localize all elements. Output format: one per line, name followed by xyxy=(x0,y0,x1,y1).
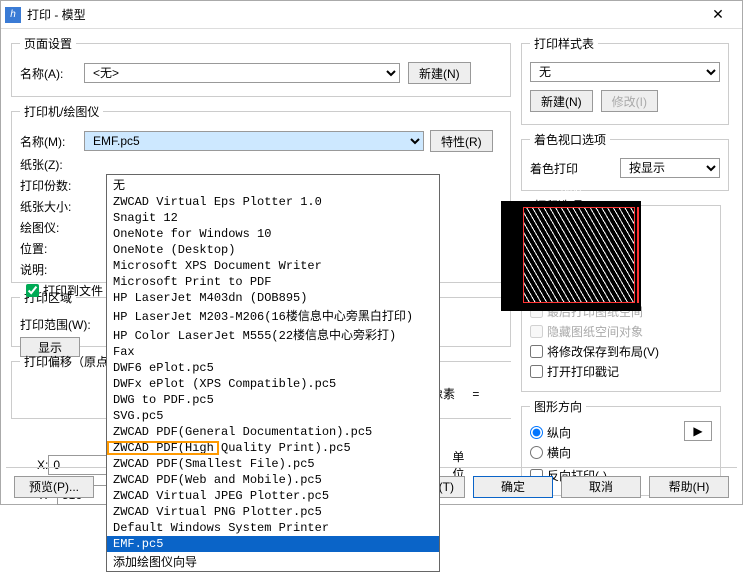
style-new-button[interactable]: 新建(N) xyxy=(530,90,593,112)
printer-option[interactable]: DWF6 ePlot.pc5 xyxy=(107,360,439,376)
style-table-legend: 打印样式表 xyxy=(530,35,598,52)
printer-option[interactable]: ZWCAD Virtual Eps Plotter 1.0 xyxy=(107,194,439,210)
close-icon[interactable]: ✕ xyxy=(698,6,738,23)
plot-offset-legend: 打印偏移（原点 xyxy=(20,353,112,370)
printer-option[interactable]: ZWCAD Virtual JPEG Plotter.pc5 xyxy=(107,488,439,504)
window-title: 打印 - 模型 xyxy=(27,6,698,23)
printer-option[interactable]: Snagit 12 xyxy=(107,210,439,226)
printer-option[interactable]: Microsoft Print to PDF xyxy=(107,274,439,290)
printer-option[interactable]: ZWCAD PDF(Web and Mobile).pc5 xyxy=(107,472,439,488)
shade-label: 着色打印 xyxy=(530,160,590,177)
preview-width: 1600 xyxy=(559,187,581,198)
style-table-group: 打印样式表 无 新建(N) 修改(I) xyxy=(521,35,729,125)
printer-option[interactable]: OneNote for Windows 10 xyxy=(107,226,439,242)
printer-option[interactable]: 添加绘图仪向导 xyxy=(107,552,439,571)
printer-name-label: 名称(M): xyxy=(20,133,84,150)
printer-option[interactable]: Microsoft XPS Document Writer xyxy=(107,258,439,274)
style-table-select[interactable]: 无 xyxy=(530,62,720,82)
cancel-button[interactable]: 取消 xyxy=(561,476,641,498)
paper-preview: 1600 1280 xyxy=(501,201,641,311)
orient-landscape-radio[interactable] xyxy=(530,446,543,459)
printer-props-button[interactable]: 特性(R) xyxy=(430,130,493,152)
printer-option[interactable]: HP Color LaserJet M555(22楼信息中心旁彩打) xyxy=(107,325,439,344)
opt-stamp-check[interactable] xyxy=(530,365,543,378)
printer-option[interactable]: OneNote (Desktop) xyxy=(107,242,439,258)
page-new-button[interactable]: 新建(N) xyxy=(408,62,471,84)
printer-name-dropdown[interactable]: 无ZWCAD Virtual Eps Plotter 1.0Snagit 12O… xyxy=(106,174,440,572)
printer-option[interactable]: ZWCAD PDF(General Documentation).pc5 xyxy=(107,424,439,440)
style-edit-button: 修改(I) xyxy=(601,90,658,112)
shade-vp-legend: 着色视口选项 xyxy=(530,131,610,148)
orient-portrait-radio[interactable] xyxy=(530,426,543,439)
page-setup-legend: 页面设置 xyxy=(20,35,76,52)
preview-height: 1280 xyxy=(638,235,649,257)
range-label: 打印范围(W): xyxy=(20,316,100,333)
orientation-icon: ▶ xyxy=(684,421,712,441)
copies-label: 打印份数: xyxy=(20,177,84,194)
printer-name-select[interactable]: EMF.pc5 xyxy=(84,131,424,151)
papersize-label: 纸张大小: xyxy=(20,198,84,215)
printer-option[interactable]: DWFx ePlot (XPS Compatible).pc5 xyxy=(107,376,439,392)
opt-save-check[interactable] xyxy=(530,345,543,358)
printer-option[interactable]: ZWCAD Virtual PNG Plotter.pc5 xyxy=(107,504,439,520)
ok-button[interactable]: 确定 xyxy=(473,476,553,498)
orientation-legend: 图形方向 xyxy=(530,398,586,415)
app-icon: h xyxy=(5,7,21,23)
page-name-select[interactable]: <无> xyxy=(84,63,400,83)
printer-option[interactable]: ZWCAD PDF(High Quality Print).pc5 xyxy=(107,440,439,456)
paper-label: 纸张(Z): xyxy=(20,156,84,173)
preview-area xyxy=(523,207,635,303)
opt-hideps-check xyxy=(530,325,543,338)
position-label: 位置: xyxy=(20,240,84,257)
printer-option[interactable]: Fax xyxy=(107,344,439,360)
printer-option[interactable]: SVG.pc5 xyxy=(107,408,439,424)
printer-legend: 打印机/绘图仪 xyxy=(20,103,103,120)
preview-button[interactable]: 预览(P)... xyxy=(14,476,94,498)
shade-select[interactable]: 按显示 xyxy=(620,158,720,178)
printer-option[interactable]: 无 xyxy=(107,175,439,194)
printer-option[interactable]: HP LaserJet M403dn (DOB895) xyxy=(107,290,439,306)
page-name-label: 名称(A): xyxy=(20,65,84,82)
printer-option[interactable]: DWG to PDF.pc5 xyxy=(107,392,439,408)
printer-option[interactable]: ZWCAD PDF(Smallest File).pc5 xyxy=(107,456,439,472)
printer-option[interactable]: Default Windows System Printer xyxy=(107,520,439,536)
printer-option[interactable]: EMF.pc5 xyxy=(107,536,439,552)
plot-to-file-check[interactable] xyxy=(26,284,39,297)
desc-label: 说明: xyxy=(20,261,84,278)
plot-to-file-label: 打印到文件 xyxy=(43,282,103,299)
plotter-label: 绘图仪: xyxy=(20,219,84,236)
shade-vp-group: 着色视口选项 着色打印 按显示 xyxy=(521,131,729,191)
help-button[interactable]: 帮助(H) xyxy=(649,476,729,498)
page-setup-group: 页面设置 名称(A): <无> 新建(N) xyxy=(11,35,511,97)
printer-option[interactable]: HP LaserJet M203-M206(16楼信息中心旁黑白打印) xyxy=(107,306,439,325)
